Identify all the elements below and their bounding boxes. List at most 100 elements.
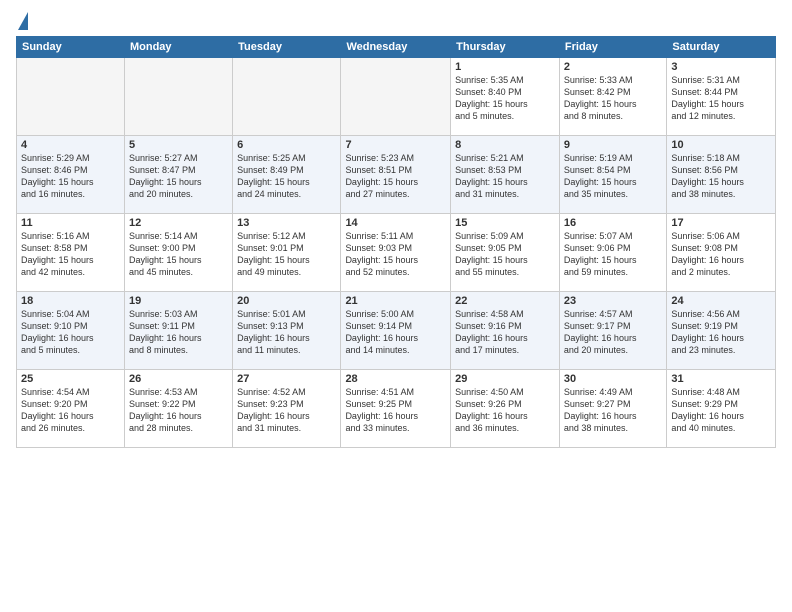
calendar-cell: 1Sunrise: 5:35 AM Sunset: 8:40 PM Daylig… — [451, 58, 560, 136]
cell-details: Sunrise: 4:51 AM Sunset: 9:25 PM Dayligh… — [345, 386, 446, 435]
calendar-cell: 24Sunrise: 4:56 AM Sunset: 9:19 PM Dayli… — [667, 292, 776, 370]
day-number: 17 — [671, 217, 771, 229]
calendar-cell: 4Sunrise: 5:29 AM Sunset: 8:46 PM Daylig… — [17, 136, 125, 214]
day-number: 5 — [129, 139, 228, 151]
calendar-row-3: 18Sunrise: 5:04 AM Sunset: 9:10 PM Dayli… — [17, 292, 776, 370]
cell-details: Sunrise: 4:50 AM Sunset: 9:26 PM Dayligh… — [455, 386, 555, 435]
calendar-cell — [341, 58, 451, 136]
calendar-row-0: 1Sunrise: 5:35 AM Sunset: 8:40 PM Daylig… — [17, 58, 776, 136]
day-number: 23 — [564, 295, 662, 307]
cell-details: Sunrise: 5:03 AM Sunset: 9:11 PM Dayligh… — [129, 308, 228, 357]
header — [16, 12, 776, 28]
cell-details: Sunrise: 5:01 AM Sunset: 9:13 PM Dayligh… — [237, 308, 336, 357]
weekday-header-thursday: Thursday — [451, 37, 560, 58]
calendar-cell: 15Sunrise: 5:09 AM Sunset: 9:05 PM Dayli… — [451, 214, 560, 292]
calendar-cell — [124, 58, 232, 136]
cell-details: Sunrise: 5:11 AM Sunset: 9:03 PM Dayligh… — [345, 230, 446, 279]
weekday-header-friday: Friday — [559, 37, 666, 58]
cell-details: Sunrise: 4:52 AM Sunset: 9:23 PM Dayligh… — [237, 386, 336, 435]
calendar-cell: 31Sunrise: 4:48 AM Sunset: 9:29 PM Dayli… — [667, 370, 776, 448]
weekday-header-row: SundayMondayTuesdayWednesdayThursdayFrid… — [17, 37, 776, 58]
calendar-row-2: 11Sunrise: 5:16 AM Sunset: 8:58 PM Dayli… — [17, 214, 776, 292]
calendar-cell: 29Sunrise: 4:50 AM Sunset: 9:26 PM Dayli… — [451, 370, 560, 448]
calendar-cell: 18Sunrise: 5:04 AM Sunset: 9:10 PM Dayli… — [17, 292, 125, 370]
calendar-cell: 17Sunrise: 5:06 AM Sunset: 9:08 PM Dayli… — [667, 214, 776, 292]
cell-details: Sunrise: 4:48 AM Sunset: 9:29 PM Dayligh… — [671, 386, 771, 435]
calendar-cell: 7Sunrise: 5:23 AM Sunset: 8:51 PM Daylig… — [341, 136, 451, 214]
cell-details: Sunrise: 5:31 AM Sunset: 8:44 PM Dayligh… — [671, 74, 771, 123]
calendar-cell: 12Sunrise: 5:14 AM Sunset: 9:00 PM Dayli… — [124, 214, 232, 292]
cell-details: Sunrise: 4:58 AM Sunset: 9:16 PM Dayligh… — [455, 308, 555, 357]
day-number: 24 — [671, 295, 771, 307]
calendar-cell: 13Sunrise: 5:12 AM Sunset: 9:01 PM Dayli… — [233, 214, 341, 292]
cell-details: Sunrise: 5:19 AM Sunset: 8:54 PM Dayligh… — [564, 152, 662, 201]
calendar-cell: 21Sunrise: 5:00 AM Sunset: 9:14 PM Dayli… — [341, 292, 451, 370]
calendar-cell: 14Sunrise: 5:11 AM Sunset: 9:03 PM Dayli… — [341, 214, 451, 292]
calendar-cell: 10Sunrise: 5:18 AM Sunset: 8:56 PM Dayli… — [667, 136, 776, 214]
day-number: 10 — [671, 139, 771, 151]
day-number: 3 — [671, 61, 771, 73]
cell-details: Sunrise: 5:35 AM Sunset: 8:40 PM Dayligh… — [455, 74, 555, 123]
calendar-table: SundayMondayTuesdayWednesdayThursdayFrid… — [16, 36, 776, 448]
cell-details: Sunrise: 5:23 AM Sunset: 8:51 PM Dayligh… — [345, 152, 446, 201]
calendar-cell: 16Sunrise: 5:07 AM Sunset: 9:06 PM Dayli… — [559, 214, 666, 292]
calendar-cell: 6Sunrise: 5:25 AM Sunset: 8:49 PM Daylig… — [233, 136, 341, 214]
day-number: 2 — [564, 61, 662, 73]
cell-details: Sunrise: 5:27 AM Sunset: 8:47 PM Dayligh… — [129, 152, 228, 201]
weekday-header-wednesday: Wednesday — [341, 37, 451, 58]
day-number: 8 — [455, 139, 555, 151]
day-number: 13 — [237, 217, 336, 229]
calendar-cell — [233, 58, 341, 136]
weekday-header-saturday: Saturday — [667, 37, 776, 58]
cell-details: Sunrise: 5:21 AM Sunset: 8:53 PM Dayligh… — [455, 152, 555, 201]
calendar-cell: 20Sunrise: 5:01 AM Sunset: 9:13 PM Dayli… — [233, 292, 341, 370]
calendar-cell: 30Sunrise: 4:49 AM Sunset: 9:27 PM Dayli… — [559, 370, 666, 448]
page: SundayMondayTuesdayWednesdayThursdayFrid… — [0, 0, 792, 612]
calendar-cell: 27Sunrise: 4:52 AM Sunset: 9:23 PM Dayli… — [233, 370, 341, 448]
day-number: 26 — [129, 373, 228, 385]
day-number: 21 — [345, 295, 446, 307]
calendar-cell — [17, 58, 125, 136]
day-number: 30 — [564, 373, 662, 385]
calendar-cell: 11Sunrise: 5:16 AM Sunset: 8:58 PM Dayli… — [17, 214, 125, 292]
day-number: 1 — [455, 61, 555, 73]
cell-details: Sunrise: 5:33 AM Sunset: 8:42 PM Dayligh… — [564, 74, 662, 123]
calendar-cell: 19Sunrise: 5:03 AM Sunset: 9:11 PM Dayli… — [124, 292, 232, 370]
cell-details: Sunrise: 5:14 AM Sunset: 9:00 PM Dayligh… — [129, 230, 228, 279]
cell-details: Sunrise: 4:53 AM Sunset: 9:22 PM Dayligh… — [129, 386, 228, 435]
day-number: 29 — [455, 373, 555, 385]
calendar-cell: 25Sunrise: 4:54 AM Sunset: 9:20 PM Dayli… — [17, 370, 125, 448]
calendar-cell: 5Sunrise: 5:27 AM Sunset: 8:47 PM Daylig… — [124, 136, 232, 214]
cell-details: Sunrise: 5:09 AM Sunset: 9:05 PM Dayligh… — [455, 230, 555, 279]
day-number: 19 — [129, 295, 228, 307]
day-number: 11 — [21, 217, 120, 229]
day-number: 22 — [455, 295, 555, 307]
cell-details: Sunrise: 5:25 AM Sunset: 8:49 PM Dayligh… — [237, 152, 336, 201]
cell-details: Sunrise: 4:54 AM Sunset: 9:20 PM Dayligh… — [21, 386, 120, 435]
cell-details: Sunrise: 5:29 AM Sunset: 8:46 PM Dayligh… — [21, 152, 120, 201]
cell-details: Sunrise: 5:16 AM Sunset: 8:58 PM Dayligh… — [21, 230, 120, 279]
cell-details: Sunrise: 5:04 AM Sunset: 9:10 PM Dayligh… — [21, 308, 120, 357]
calendar-cell: 22Sunrise: 4:58 AM Sunset: 9:16 PM Dayli… — [451, 292, 560, 370]
day-number: 28 — [345, 373, 446, 385]
weekday-header-sunday: Sunday — [17, 37, 125, 58]
weekday-header-monday: Monday — [124, 37, 232, 58]
calendar-row-4: 25Sunrise: 4:54 AM Sunset: 9:20 PM Dayli… — [17, 370, 776, 448]
logo-top — [16, 12, 28, 30]
day-number: 12 — [129, 217, 228, 229]
calendar-cell: 3Sunrise: 5:31 AM Sunset: 8:44 PM Daylig… — [667, 58, 776, 136]
day-number: 9 — [564, 139, 662, 151]
cell-details: Sunrise: 4:57 AM Sunset: 9:17 PM Dayligh… — [564, 308, 662, 357]
day-number: 27 — [237, 373, 336, 385]
day-number: 15 — [455, 217, 555, 229]
logo — [16, 12, 28, 28]
day-number: 6 — [237, 139, 336, 151]
calendar-cell: 8Sunrise: 5:21 AM Sunset: 8:53 PM Daylig… — [451, 136, 560, 214]
calendar-cell: 28Sunrise: 4:51 AM Sunset: 9:25 PM Dayli… — [341, 370, 451, 448]
day-number: 7 — [345, 139, 446, 151]
cell-details: Sunrise: 5:00 AM Sunset: 9:14 PM Dayligh… — [345, 308, 446, 357]
day-number: 14 — [345, 217, 446, 229]
logo-triangle-icon — [18, 12, 28, 30]
weekday-header-tuesday: Tuesday — [233, 37, 341, 58]
day-number: 18 — [21, 295, 120, 307]
